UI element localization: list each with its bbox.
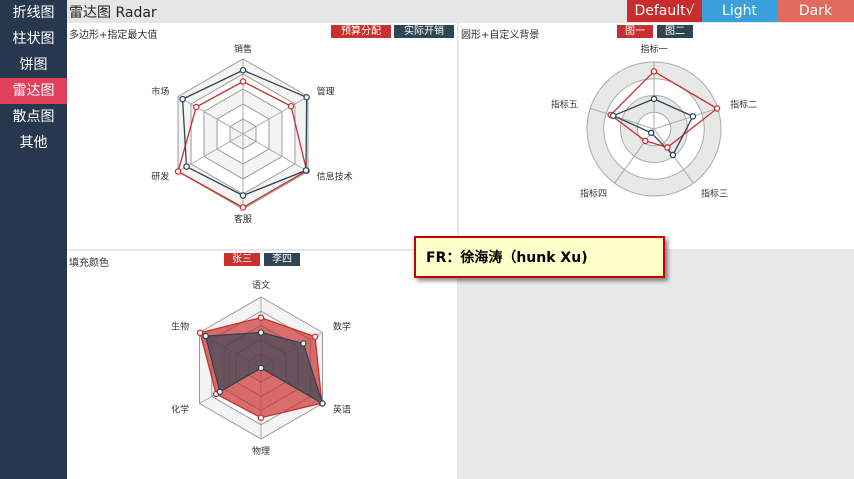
radar-data-point [183,163,190,170]
radar-data-point [609,112,617,119]
chart-panel-polygon: 多边形+指定最大值 预算分配 实际开销 销售 管理 信息技术 客服 研发 市场 [67,23,457,249]
radar-indicator-label: 研发 [151,171,169,183]
radar-data-point [689,113,697,120]
radar-data-point [311,333,319,341]
radar-data-point [303,94,310,101]
radar-data-point [319,400,326,407]
nav-item-radar-chart[interactable]: 雷达图 [0,78,67,104]
radar-data-point [202,332,209,340]
chart-panel-filled: 填充颜色 张三 李四 语文 数学 英语 物理 化学 生物 [67,251,457,479]
radar-data-point [669,151,677,159]
radar-data-point [239,67,247,74]
radar-indicator-label: 化学 [171,404,189,416]
radar-chart-polygon: 销售管理信息技术客服 研发 市场 [151,43,353,225]
radar-indicator-label: 指标三 [701,188,728,200]
chart-panel-circle: 圆形+自定义背景 图一 图二 指标一 指标二 指标三 指标四 指标五 [459,23,854,249]
radar-indicator-label: 指标二 [730,98,757,110]
nav-item-scatter-chart[interactable]: 散点图 [0,104,67,130]
radar-data-point [713,105,721,112]
author-note-box: FR：徐海涛（hunk Xu) [414,236,665,278]
radar-data-point [257,329,265,336]
radar-data-point [239,78,247,85]
radar-data-point [664,144,671,151]
radar-chart-filled: 语文数学英语物理 化学 生物 [171,279,351,457]
radar-data-point [257,314,265,321]
radar-indicator-label: 销售 [234,43,252,55]
theme-default-button[interactable]: Default√ [627,0,702,22]
radar-indicator-label: 信息技术 [317,171,353,183]
radar-data-point [179,95,186,103]
radar-indicator-label: 物理 [252,445,270,457]
radar-chart-circle: 指标一指标二指标三 指标四 指标五 [551,43,757,200]
radar-indicator-label: 生物 [171,321,189,333]
radar-data-point [196,329,204,337]
empty-panel [459,251,854,479]
radar-indicator-label: 指标一 [640,43,667,55]
radar-indicator-label: 市场 [151,86,169,98]
nav-item-pie-chart[interactable]: 饼图 [0,52,67,78]
radar-indicator-label: 客服 [234,213,252,225]
nav-item-line-chart[interactable]: 折线图 [0,0,67,26]
radar-data-point [239,192,247,199]
radar-indicator-label: 管理 [317,86,335,98]
radar-data-point [216,388,224,396]
radar-indicator-label: 语文 [252,279,270,291]
radar-data-point [239,204,247,211]
radar-data-point [257,364,265,372]
header: 雷达图 Radar Default√ Light Dark [67,0,854,22]
sidebar: 折线图 柱状图 饼图 雷达图 散点图 其他 [0,0,67,479]
radar-data-point [300,340,307,347]
radar-indicator-label: 指标五 [551,98,578,110]
radar-data-point [302,167,310,174]
theme-light-button[interactable]: Light [702,0,777,22]
radar-data-point [647,129,655,137]
page-title: 雷达图 Radar [69,5,157,21]
radar-indicator-label: 英语 [333,404,351,416]
nav-item-bar-chart[interactable]: 柱状图 [0,26,67,52]
radar-data-point [650,95,658,103]
radar-data-point [287,103,295,110]
radar-indicator-label: 数学 [333,321,351,333]
author-note-text: FR：徐海涛（hunk Xu) [426,250,588,266]
theme-dark-button[interactable]: Dark [777,0,854,22]
radar-data-point [192,103,200,111]
radar-indicator-label: 指标四 [580,188,607,200]
radar-data-point [650,68,658,75]
radar-data-point [642,137,649,145]
nav-item-other[interactable]: 其他 [0,130,67,156]
radar-data-point [257,414,265,421]
radar-data-point [174,168,182,175]
